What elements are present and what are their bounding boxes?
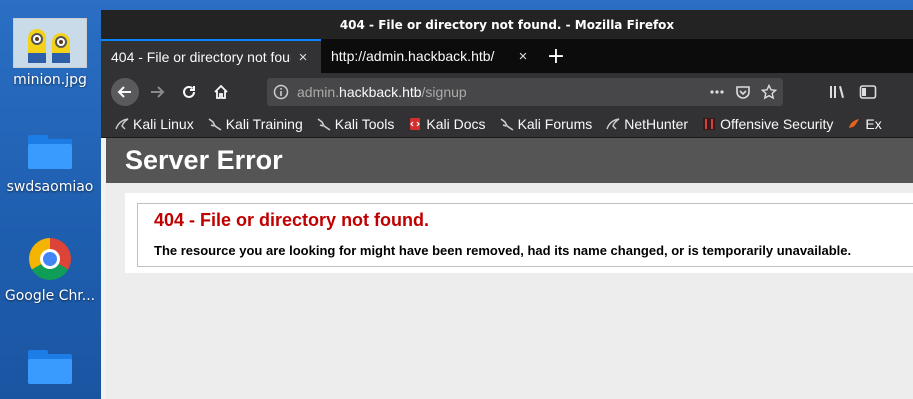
folder-icon bbox=[28, 135, 72, 169]
tab-label: 404 - File or directory not found. bbox=[111, 49, 291, 65]
page-actions-icon[interactable] bbox=[709, 84, 725, 100]
offsec-icon bbox=[703, 118, 716, 130]
arrow-right-icon bbox=[151, 86, 165, 98]
pocket-icon[interactable] bbox=[735, 84, 751, 100]
exploit-db-icon bbox=[849, 119, 860, 128]
page-title: Server Error bbox=[125, 145, 283, 175]
desktop-icon-swdsaomiao[interactable]: swdsaomiao bbox=[0, 135, 100, 195]
nethunter-icon bbox=[606, 118, 620, 130]
desktop-icon-label: swdsaomiao bbox=[6, 179, 94, 195]
bookmark-star-icon[interactable] bbox=[761, 84, 777, 100]
url-bar[interactable]: admin.hackback.htb/signup bbox=[267, 78, 783, 106]
reload-button[interactable] bbox=[175, 78, 203, 106]
reload-icon bbox=[183, 85, 195, 98]
bookmarks-toolbar: Kali Linux Kali Training Kali Tools Kali… bbox=[101, 111, 913, 138]
server-error-header: Server Error bbox=[106, 138, 913, 183]
arrow-left-icon bbox=[117, 86, 131, 98]
desktop-icon-label: Google Chr... bbox=[4, 288, 96, 304]
bookmark-offensive-security[interactable]: Offensive Security bbox=[702, 116, 833, 132]
back-button[interactable] bbox=[111, 78, 139, 106]
info-icon[interactable] bbox=[273, 84, 289, 100]
desktop-icon-folder[interactable] bbox=[0, 350, 100, 384]
kali-dragon-icon bbox=[115, 118, 129, 130]
home-icon bbox=[214, 84, 228, 99]
desktop-icon-google-chrome[interactable]: Google Chr... bbox=[0, 238, 100, 304]
kali-docs-icon bbox=[410, 118, 421, 130]
bookmark-nethunter[interactable]: NetHunter bbox=[606, 116, 688, 132]
bookmark-kali-linux[interactable]: Kali Linux bbox=[115, 116, 194, 132]
tab-404[interactable]: 404 - File or directory not found. × bbox=[101, 39, 321, 73]
firefox-window: 404 - File or directory not found. - Moz… bbox=[101, 10, 913, 399]
bookmark-kali-docs[interactable]: Kali Docs bbox=[408, 116, 486, 132]
desktop-icon-minion[interactable]: minion.jpg bbox=[0, 18, 100, 88]
minion-thumbnail bbox=[13, 18, 87, 68]
library-icon[interactable] bbox=[829, 84, 847, 100]
error-message: The resource you are looking for might h… bbox=[154, 243, 852, 258]
chrome-icon bbox=[29, 238, 71, 280]
url-text[interactable]: admin.hackback.htb/signup bbox=[297, 84, 709, 100]
sidebar-icon[interactable] bbox=[859, 84, 877, 100]
kali-dragon-icon bbox=[500, 118, 514, 131]
forward-button[interactable] bbox=[143, 78, 171, 106]
desktop-icon-label: minion.jpg bbox=[13, 72, 87, 88]
error-box: 404 - File or directory not found. The r… bbox=[137, 203, 913, 267]
window-titlebar[interactable]: 404 - File or directory not found. - Moz… bbox=[101, 10, 913, 39]
tab-admin-hackback[interactable]: http://admin.hackback.htb/ × bbox=[321, 39, 541, 73]
error-panel: 404 - File or directory not found. The r… bbox=[125, 193, 913, 273]
kali-dragon-icon bbox=[317, 118, 331, 131]
bookmark-exploit-db[interactable]: Ex bbox=[847, 116, 882, 132]
folder-icon bbox=[28, 350, 72, 384]
bookmark-kali-tools[interactable]: Kali Tools bbox=[317, 116, 394, 132]
page-content: Server Error 404 - File or directory not… bbox=[106, 138, 913, 399]
home-button[interactable] bbox=[207, 78, 235, 106]
bookmark-kali-training[interactable]: Kali Training bbox=[208, 116, 303, 132]
close-tab-icon[interactable]: × bbox=[295, 49, 311, 66]
error-title: 404 - File or directory not found. bbox=[154, 210, 430, 230]
navigation-toolbar: admin.hackback.htb/signup bbox=[101, 73, 913, 111]
kali-dragon-icon bbox=[208, 118, 222, 131]
close-tab-icon[interactable]: × bbox=[515, 48, 531, 65]
bookmark-kali-forums[interactable]: Kali Forums bbox=[500, 116, 592, 132]
new-tab-button[interactable]: + bbox=[541, 39, 571, 73]
tab-label: http://admin.hackback.htb/ bbox=[331, 48, 495, 64]
tab-strip: 404 - File or directory not found. × htt… bbox=[101, 39, 913, 73]
window-title: 404 - File or directory not found. - Moz… bbox=[339, 17, 675, 32]
